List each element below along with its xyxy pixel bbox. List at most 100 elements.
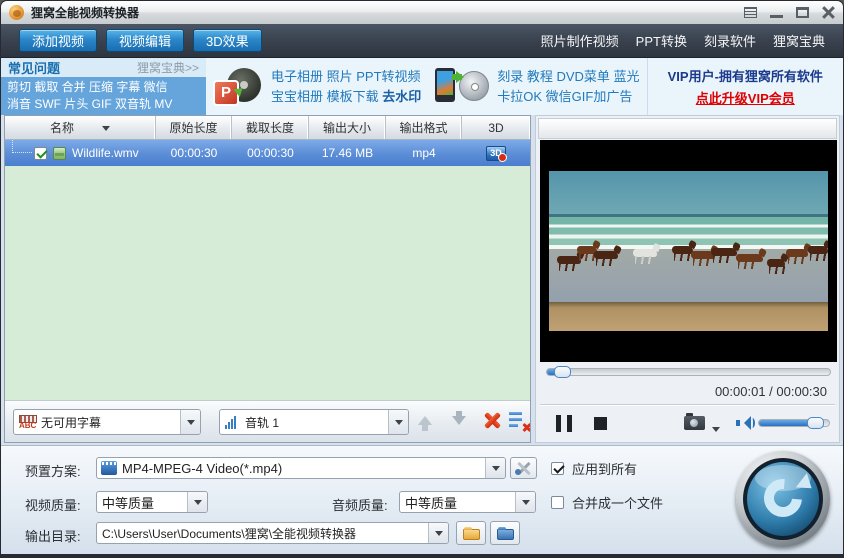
vip-panel: VIP用户-拥有狸窝所有软件 点此升级VIP会员 xyxy=(647,58,843,115)
promo2-links-line2[interactable]: 卡拉OK 微信GIF加广告 xyxy=(497,87,639,107)
clear-list-button[interactable] xyxy=(508,409,531,433)
promo1-links-line1[interactable]: 电子相册 照片 PPT转视频 xyxy=(271,67,421,87)
ppt-filmreel-icon: P xyxy=(213,66,263,108)
window-title: 狸窝全能视频转换器 xyxy=(31,4,139,21)
column-header-3d[interactable]: 3D xyxy=(462,116,530,139)
volume-handle[interactable] xyxy=(807,417,824,429)
file-name: Wildlife.wmv xyxy=(72,146,139,160)
menu-burn-software[interactable]: 刻录软件 xyxy=(704,31,756,50)
playback-time: 00:00:01 / 00:00:30 xyxy=(715,384,827,399)
preset-settings-button[interactable] xyxy=(510,457,537,479)
snapshot-dropdown-arrow[interactable] xyxy=(712,427,720,436)
column-header-output-size[interactable]: 输出大小 xyxy=(309,116,386,139)
cell-output-format: mp4 xyxy=(386,146,462,160)
video-quality-select[interactable]: 中等质量 xyxy=(96,491,208,513)
cell-cut-length: 00:00:30 xyxy=(232,146,309,160)
add-video-button[interactable]: 添加视频 xyxy=(19,29,97,52)
main-toolbar: 添加视频 视频编辑 3D效果 照片制作视频 PPT转换 刻录软件 狸窝宝典 xyxy=(1,24,843,58)
audio-quality-select[interactable]: 中等质量 xyxy=(399,491,536,513)
table-row[interactable]: Wildlife.wmv 00:00:30 00:00:30 17.46 MB … xyxy=(5,140,530,166)
delete-button[interactable] xyxy=(481,409,505,433)
file-list-panel: 名称 原始长度 截取长度 输出大小 输出格式 3D Wildlife.wmv 0… xyxy=(4,115,531,443)
cell-output-size: 17.46 MB xyxy=(309,146,386,160)
preview-panel: 00:00:01 / 00:00:30 xyxy=(535,115,840,443)
promo-photo-album: P 电子相册 照片 PPT转视频 宝宝相册 模板下载 去水印 xyxy=(206,58,428,115)
minimize-button[interactable] xyxy=(770,15,783,18)
video-edit-button[interactable]: 视频编辑 xyxy=(106,29,184,52)
faq-more-link[interactable]: 狸窝宝典>> xyxy=(137,59,199,76)
apply-all-option[interactable]: 应用到所有 xyxy=(551,459,637,478)
audio-quality-dropdown-arrow[interactable] xyxy=(515,492,535,512)
merge-option[interactable]: 合并成一个文件 xyxy=(551,493,663,512)
browse-folder-button[interactable] xyxy=(490,521,520,545)
volume-slider[interactable] xyxy=(758,417,830,429)
promo1-links-line2[interactable]: 宝宝相册 模板下载 去水印 xyxy=(271,87,421,107)
merge-checkbox[interactable] xyxy=(551,496,564,509)
settings-panel: 预置方案: MP4-MPEG-4 Video(*.mp4) 应用到所有 视频质量… xyxy=(1,445,843,554)
move-up-button[interactable] xyxy=(413,409,437,433)
close-button[interactable] xyxy=(822,7,835,18)
app-logo-icon xyxy=(9,5,24,20)
video-quality-label: 视频质量: xyxy=(25,495,81,514)
seek-bar[interactable] xyxy=(546,366,831,378)
table-header: 名称 原始长度 截取长度 输出大小 输出格式 3D xyxy=(5,116,530,140)
row-checkbox[interactable] xyxy=(34,147,47,160)
vip-upgrade-link[interactable]: 点此升级VIP会员 xyxy=(696,88,795,107)
pause-button[interactable] xyxy=(556,415,572,432)
preset-dropdown-arrow[interactable] xyxy=(485,458,505,478)
title-bar: 狸窝全能视频转换器 xyxy=(1,1,843,24)
faq-links-line1[interactable]: 剪切 截取 合并 压缩 字幕 微信 xyxy=(7,79,200,96)
output-dir-select[interactable]: C:\Users\User\Documents\狸窝\全能视频转换器 xyxy=(96,522,449,544)
preset-label: 预置方案: xyxy=(25,461,81,480)
app-window: 狸窝全能视频转换器 添加视频 视频编辑 3D效果 照片制作视频 PPT转换 刻录… xyxy=(0,0,844,558)
faq-links-line2[interactable]: 消音 SWF 片头 GIF 双音轨 MV xyxy=(7,96,200,113)
preset-select[interactable]: MP4-MPEG-4 Video(*.mp4) xyxy=(96,457,506,479)
faq-panel: 常见问题 狸窝宝典>> 剪切 截取 合并 压缩 字幕 微信 消音 SWF 片头 … xyxy=(1,58,206,115)
audio-dropdown-arrow[interactable] xyxy=(388,410,408,434)
open-folder-button[interactable] xyxy=(456,521,486,545)
faq-title: 常见问题 xyxy=(8,58,60,77)
cell-original-length: 00:00:30 xyxy=(156,146,232,160)
column-header-original-length[interactable]: 原始长度 xyxy=(156,116,232,139)
subtitle-dropdown-arrow[interactable] xyxy=(180,410,200,434)
subtitle-select[interactable]: ABC 无可用字幕 xyxy=(13,409,201,435)
menu-photo-to-video[interactable]: 照片制作视频 xyxy=(541,31,619,50)
column-header-name[interactable]: 名称 xyxy=(5,116,156,139)
audio-quality-label: 音频质量: xyxy=(332,495,388,514)
3d-effect-button[interactable]: 3D效果 xyxy=(193,29,262,52)
audio-track-icon xyxy=(225,415,240,429)
subtitle-icon: ABC xyxy=(19,415,36,430)
promo2-links-line1[interactable]: 刻录 教程 DVD菜单 蓝光 xyxy=(497,67,639,87)
apply-all-label: 应用到所有 xyxy=(572,459,637,478)
stop-button[interactable] xyxy=(594,417,607,430)
3d-status-icon[interactable]: 3D xyxy=(486,146,506,161)
output-dir-dropdown-arrow[interactable] xyxy=(428,523,448,543)
maximize-button[interactable] xyxy=(796,7,809,18)
snapshot-button[interactable] xyxy=(684,416,705,430)
window-menu-icon[interactable] xyxy=(744,7,757,18)
promo-burn-tools: 刻录 教程 DVD菜单 蓝光 卡拉OK 微信GIF加广告 xyxy=(428,58,646,115)
playback-controls xyxy=(536,405,839,444)
device-disc-icon xyxy=(435,66,489,108)
column-header-output-format[interactable]: 输出格式 xyxy=(386,116,462,139)
tree-connector xyxy=(12,140,32,153)
video-display[interactable] xyxy=(540,140,837,362)
preview-toolbar xyxy=(538,118,837,139)
video-quality-dropdown-arrow[interactable] xyxy=(187,492,207,512)
vip-text: VIP用户-拥有狸窝所有软件 xyxy=(668,66,823,85)
menu-liwo-baodian[interactable]: 狸窝宝典 xyxy=(773,31,825,50)
column-header-cut-length[interactable]: 截取长度 xyxy=(232,116,309,139)
sort-dropdown-icon xyxy=(102,126,110,135)
list-controls-bar: ABC 无可用字幕 音轨 1 xyxy=(5,400,530,442)
move-down-button[interactable] xyxy=(447,409,471,433)
preset-format-icon xyxy=(101,461,117,475)
seek-handle[interactable] xyxy=(554,366,571,378)
menu-ppt-convert[interactable]: PPT转换 xyxy=(636,31,687,50)
volume-icon[interactable] xyxy=(736,415,754,431)
merge-label: 合并成一个文件 xyxy=(572,493,663,512)
video-file-icon xyxy=(53,147,66,160)
audio-track-select[interactable]: 音轨 1 xyxy=(219,409,409,435)
promo-banner: 常见问题 狸窝宝典>> 剪切 截取 合并 压缩 字幕 微信 消音 SWF 片头 … xyxy=(1,58,843,115)
convert-button[interactable] xyxy=(736,451,830,547)
apply-all-checkbox[interactable] xyxy=(551,462,564,475)
